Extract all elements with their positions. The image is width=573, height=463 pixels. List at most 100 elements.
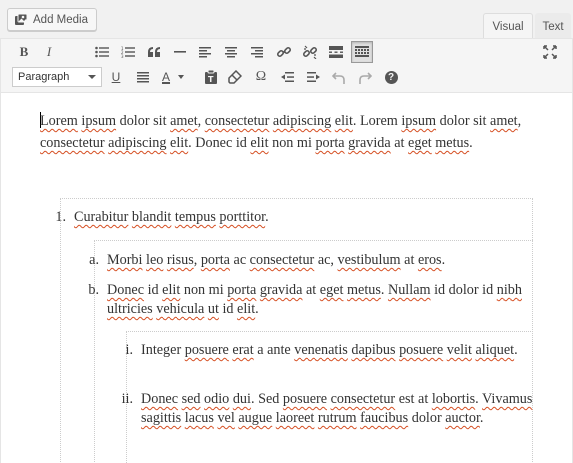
align-center-button[interactable]: [220, 41, 242, 63]
misspelled-word: Donec: [107, 282, 145, 298]
misspelled-word: posuere: [184, 342, 229, 358]
indent-icon: [306, 71, 320, 83]
misspelled-word: faucibus: [360, 410, 409, 426]
misspelled-word: vehicula: [156, 301, 205, 317]
keyboard-icon: [355, 46, 369, 58]
text-color-label: A: [162, 70, 171, 84]
misspelled-word: Lorem: [40, 113, 78, 129]
misspelled-word: aliquet: [475, 342, 515, 358]
add-media-button[interactable]: Add Media: [7, 8, 97, 31]
misspelled-word: odio: [204, 391, 230, 407]
misspelled-word: dui: [232, 391, 251, 407]
misspelled-word: consectetur: [204, 113, 270, 129]
align-right-icon: [251, 46, 263, 58]
editor-frame: B I 123 Paragraph U A T Ω ? Lorem ipsum …: [0, 38, 573, 463]
help-button[interactable]: ?: [380, 66, 402, 88]
clear-formatting-button[interactable]: [224, 66, 246, 88]
misspelled-word: metus: [435, 135, 470, 151]
insert-link-button[interactable]: [273, 41, 295, 63]
paste-as-text-button[interactable]: T: [200, 66, 222, 88]
indent-button[interactable]: [302, 66, 324, 88]
tab-text[interactable]: Text: [535, 13, 571, 39]
list-marker: b.: [88, 282, 99, 298]
editor-top-bar: Add Media Visual Text: [0, 0, 573, 39]
read-more-icon: [329, 46, 343, 58]
misspelled-word: dapibus: [351, 342, 396, 358]
misspelled-word: posuere: [282, 391, 328, 407]
text-color-button[interactable]: A: [158, 66, 192, 88]
horizontal-line-button[interactable]: [169, 41, 191, 63]
misspelled-word: ipsum: [401, 113, 437, 129]
svg-text:3: 3: [121, 54, 124, 58]
misspelled-word: blandit: [131, 209, 172, 225]
misspelled-word: elit: [250, 135, 269, 151]
paragraph: Lorem ipsum dolor sit amet, consectetur …: [40, 110, 534, 154]
misspelled-word: venenatis: [294, 342, 348, 358]
misspelled-word: porta: [227, 282, 257, 298]
outdent-button[interactable]: [276, 66, 298, 88]
underline-button[interactable]: U: [105, 66, 127, 88]
read-more-button[interactable]: [325, 41, 347, 63]
list-marker: a.: [89, 252, 99, 268]
misspelled-word: lobortis: [431, 391, 476, 407]
list-marker: 1.: [55, 209, 66, 225]
align-center-icon: [225, 46, 237, 58]
misspelled-word: Morbi: [107, 252, 143, 268]
remove-link-button[interactable]: [299, 41, 321, 63]
blockquote-icon: [147, 47, 161, 57]
list-marker: ii.: [121, 391, 133, 407]
misspelled-word: amet: [490, 113, 518, 129]
bulleted-list-icon: [95, 46, 109, 58]
format-select[interactable]: Paragraph: [12, 67, 102, 87]
tab-visual[interactable]: Visual: [483, 13, 533, 39]
align-right-button[interactable]: [246, 41, 268, 63]
misspelled-word: adipiscing: [108, 135, 167, 151]
editor-toolbar: B I 123 Paragraph U A T Ω ?: [1, 39, 572, 93]
list-item-text: Donec sed odio dui. Sed posuere consecte…: [141, 391, 533, 426]
align-left-icon: [199, 46, 211, 58]
misspelled-word: gravida: [348, 135, 391, 151]
numbered-list-button[interactable]: 123: [117, 41, 139, 63]
bulleted-list-button[interactable]: [91, 41, 113, 63]
misspelled-word: adipiscing: [272, 113, 332, 129]
paragraph-text: Lorem ipsum dolor sit amet, consectetur …: [40, 113, 522, 151]
editor-content[interactable]: Lorem ipsum dolor sit amet, consectetur …: [1, 94, 572, 463]
justify-button[interactable]: [132, 66, 154, 88]
help-icon: ?: [384, 70, 398, 84]
misspelled-word: consectetur: [249, 252, 315, 268]
misspelled-word: elit: [162, 282, 181, 298]
misspelled-word: augue: [238, 410, 273, 426]
redo-icon: [358, 71, 372, 84]
special-character-button[interactable]: Ω: [250, 66, 272, 88]
redo-button[interactable]: [354, 66, 376, 88]
blockquote-button[interactable]: [143, 41, 165, 63]
misspelled-word: eros: [417, 252, 442, 268]
misspelled-word: velit: [446, 342, 472, 358]
misspelled-word: ultricies: [107, 301, 153, 317]
toolbar-toggle-button[interactable]: [351, 41, 373, 63]
align-left-button[interactable]: [194, 41, 216, 63]
chevron-down-icon: [88, 75, 96, 79]
misspelled-word: posuere: [399, 342, 444, 358]
media-icon: [14, 13, 28, 27]
misspelled-word: laoreet: [275, 410, 315, 426]
fullscreen-button[interactable]: [539, 41, 561, 63]
bold-button[interactable]: B: [13, 41, 35, 63]
misspelled-word: metus: [346, 282, 381, 298]
numbered-list-icon: 123: [121, 46, 135, 58]
undo-button[interactable]: [328, 66, 350, 88]
fullscreen-icon: [543, 45, 557, 59]
clipboard-icon: T: [205, 70, 217, 84]
misspelled-word: Nullam: [387, 282, 431, 298]
misspelled-word: ipsum: [81, 113, 117, 129]
misspelled-word: sagittis: [141, 410, 182, 426]
list-item: b. Donec id elit non mi porta gravida at…: [81, 281, 533, 319]
misspelled-word: tempus: [174, 209, 216, 225]
misspelled-word: leo: [146, 252, 164, 268]
misspelled-word: consectetur: [40, 135, 105, 151]
italic-button[interactable]: I: [38, 41, 60, 63]
misspelled-word: ut: [207, 301, 219, 317]
outdent-icon: [280, 71, 294, 83]
list-item-text: Integer posuere erat a ante venenatis da…: [141, 342, 518, 358]
misspelled-word: elit: [237, 301, 256, 317]
